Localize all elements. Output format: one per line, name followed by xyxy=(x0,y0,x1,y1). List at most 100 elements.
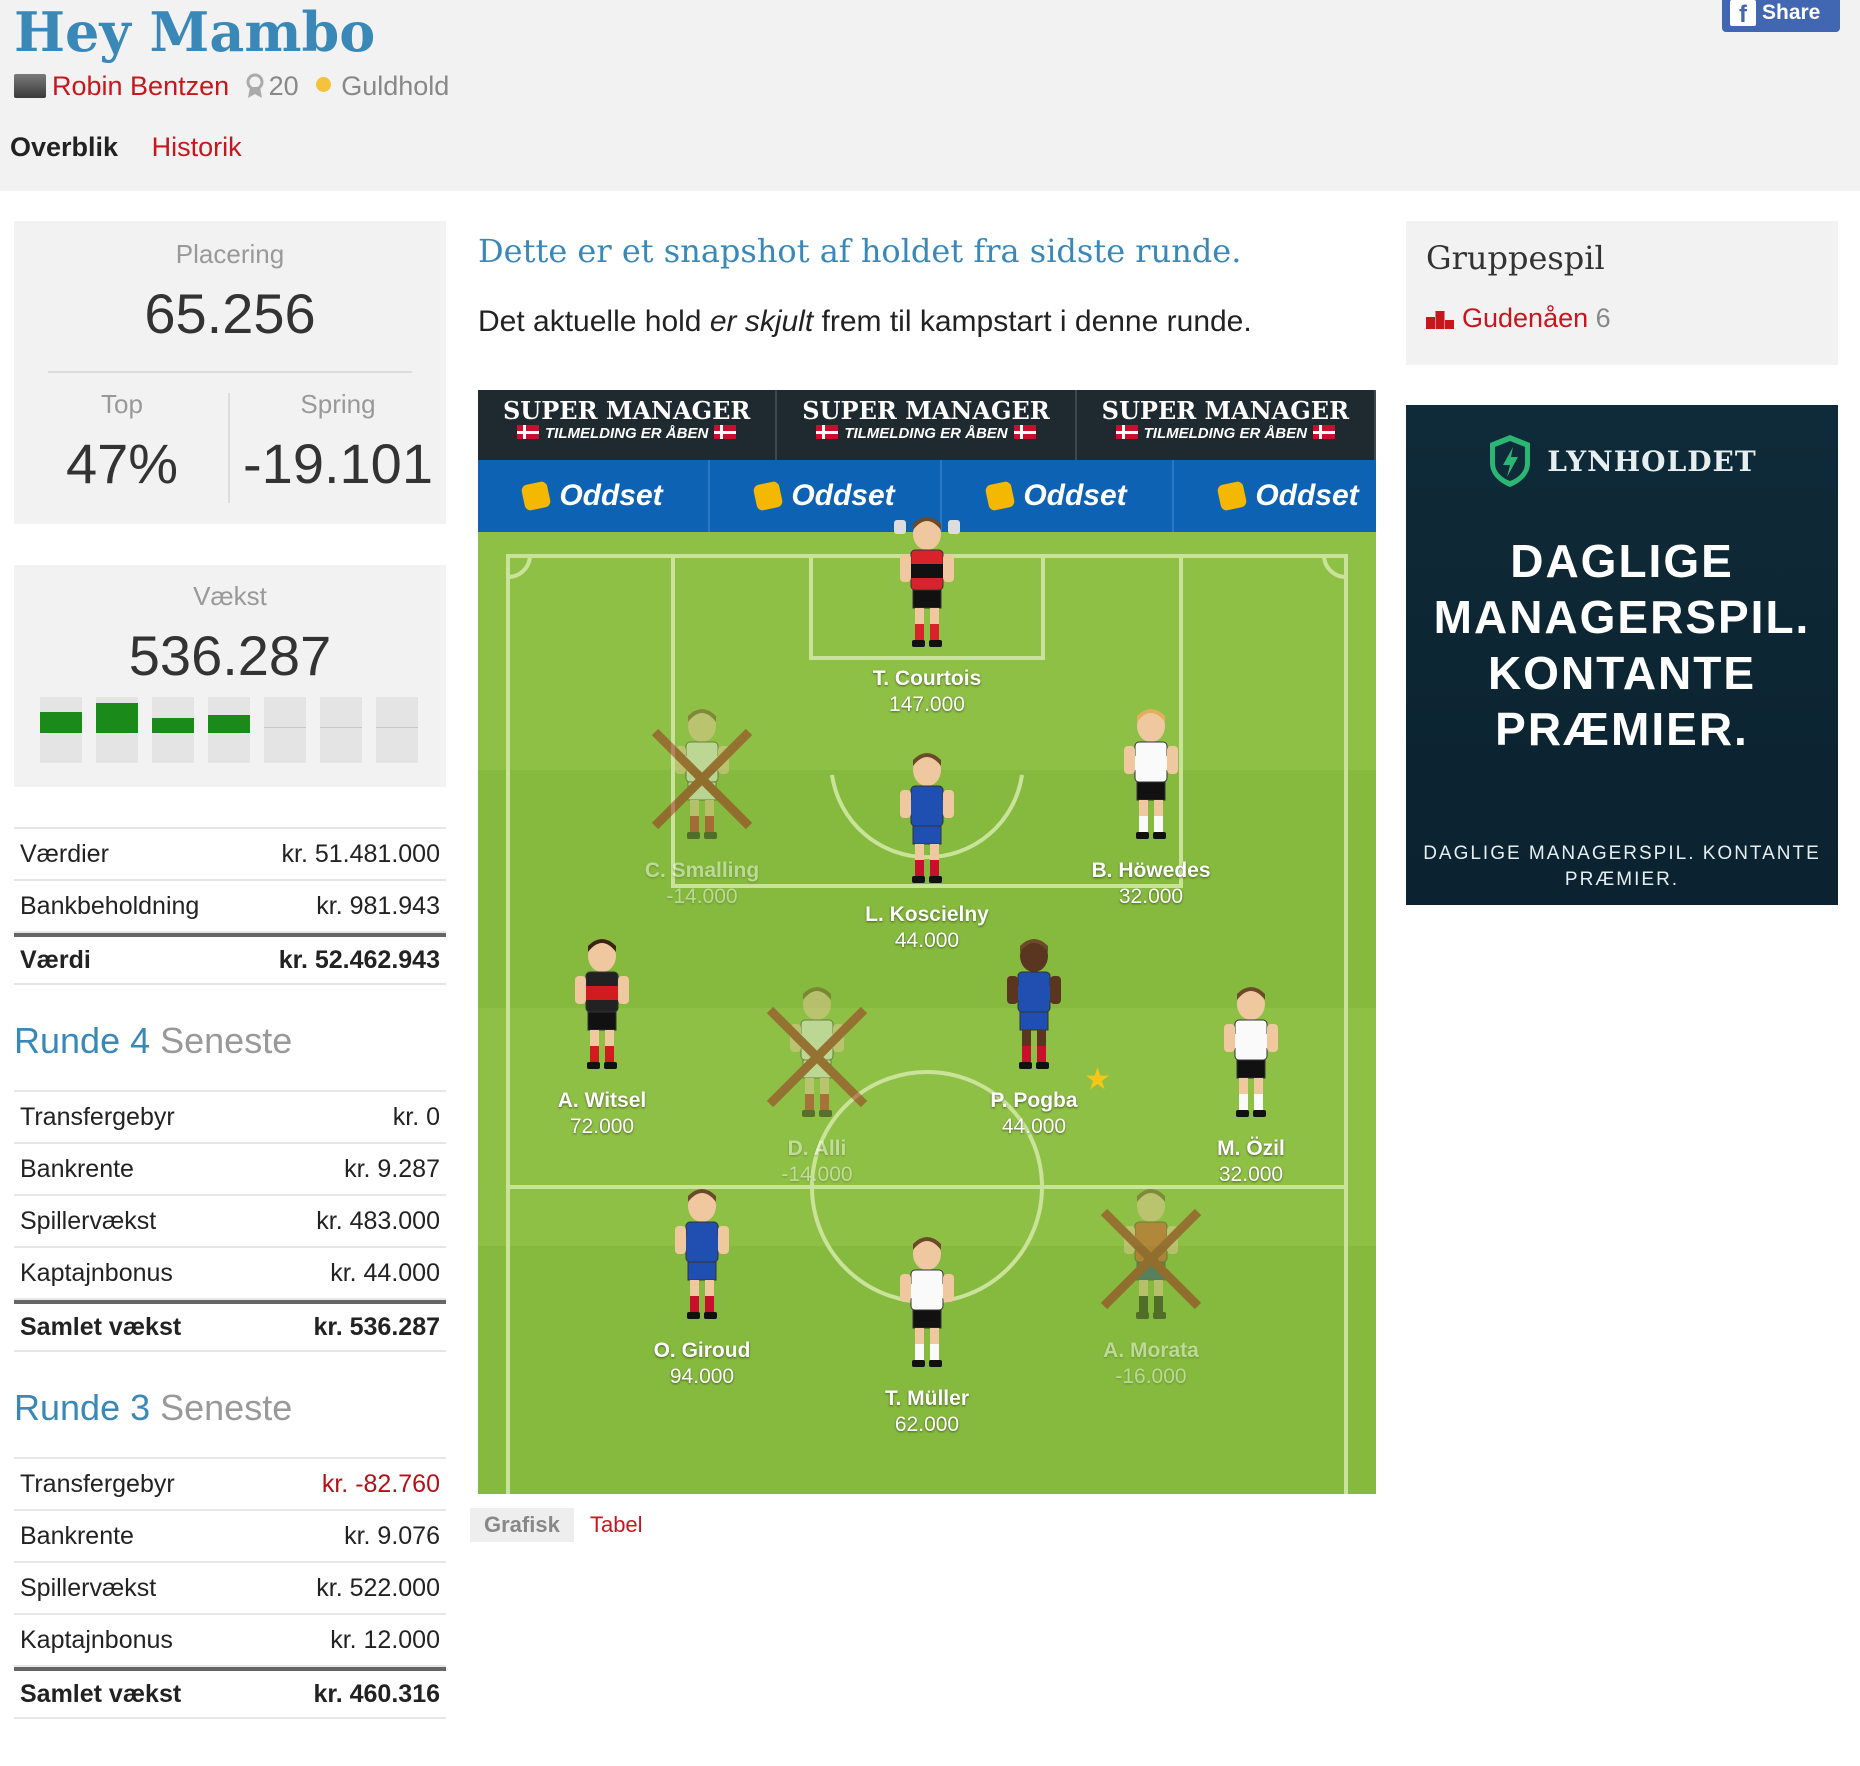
subtitle-emphasis: er skjult xyxy=(709,305,814,338)
banner-cell: SUPER MANAGER TILMELDING ER ÅBEN xyxy=(777,390,1077,460)
player-card[interactable]: T. Courtois 147.000 xyxy=(827,512,1027,718)
view-grafisk-button[interactable]: Grafisk xyxy=(470,1508,574,1542)
player-name: L. Koscielny xyxy=(865,903,989,926)
row-value: kr. 9.076 xyxy=(344,1521,440,1550)
medal-icon xyxy=(246,73,264,98)
row-label: Samlet vækst xyxy=(20,1679,182,1708)
lightning-shield-icon xyxy=(1490,435,1531,487)
row-value: kr. 44.000 xyxy=(330,1258,440,1287)
unavailable-x-icon xyxy=(766,1006,868,1108)
player-points: 94.000 xyxy=(669,1365,735,1388)
player-card[interactable]: A. Morata -16.000 xyxy=(1051,1184,1251,1390)
view-tabel-link[interactable]: Tabel xyxy=(590,1512,643,1537)
banner-title: SUPER MANAGER xyxy=(802,396,1050,425)
round-suffix: Seneste xyxy=(160,1387,293,1428)
player-figure xyxy=(665,1184,739,1334)
row-label: Værdier xyxy=(20,839,109,868)
danish-flag-icon xyxy=(1013,425,1036,439)
row-label: Bankbeholdning xyxy=(20,891,200,920)
row-value: kr. 51.481.000 xyxy=(281,839,440,868)
table-row: Kaptajnbonus kr. 12.000 xyxy=(14,1615,446,1667)
player-card[interactable]: M. Özil 32.000 xyxy=(1151,982,1351,1188)
row-value: kr. 12.000 xyxy=(330,1625,440,1654)
group-item[interactable]: Gudenåen 6 xyxy=(1426,303,1611,334)
facebook-share-button[interactable]: f Share xyxy=(1722,0,1840,32)
oddset-logo-icon xyxy=(752,480,784,512)
table-row: Værdier kr. 51.481.000 xyxy=(14,829,446,881)
owner-link[interactable]: Robin Bentzen xyxy=(52,71,229,101)
player-card[interactable]: A. Witsel 72.000 xyxy=(502,934,702,1140)
vaekst-label: Vækst xyxy=(193,581,267,611)
player-figure xyxy=(997,934,1071,1084)
row-label: Værdi xyxy=(20,945,91,974)
top-label: Top xyxy=(101,389,143,419)
table-total-row: Samlet vækst kr. 536.287 xyxy=(14,1300,446,1352)
row-value: kr. -82.760 xyxy=(321,1469,440,1498)
row-label: Kaptajnbonus xyxy=(20,1258,173,1287)
table-row: Spillervækst kr. 483.000 xyxy=(14,1196,446,1248)
player-card[interactable]: P. Pogba 44.000 ★ xyxy=(934,934,1134,1140)
team-name: Hey Mambo xyxy=(14,0,376,64)
row-label: Transfergebyr xyxy=(20,1469,175,1498)
danish-flag-icon xyxy=(816,425,839,439)
group-link[interactable]: Gudenåen xyxy=(1462,303,1588,333)
player-figure xyxy=(1214,982,1288,1132)
row-label: Bankrente xyxy=(20,1154,134,1183)
tab-historik[interactable]: Historik xyxy=(152,132,242,162)
group-count: 6 xyxy=(1595,303,1611,333)
row-value: kr. 460.316 xyxy=(313,1679,440,1708)
super-manager-banner[interactable]: SUPER MANAGER TILMELDING ER ÅBEN SUPER MA… xyxy=(478,390,1376,460)
row-label: Kaptajnbonus xyxy=(20,1625,173,1654)
oddset-label: Oddset xyxy=(1023,479,1127,512)
subtitle-text: Det aktuelle hold xyxy=(478,305,710,338)
team-meta: Robin Bentzen 20 Guldhold xyxy=(14,68,449,104)
banner-subtitle: TILMELDING ER ÅBEN xyxy=(1143,425,1307,442)
player-name: T. Courtois xyxy=(872,667,982,690)
team-pitch: SUPER MANAGER TILMELDING ER ÅBEN SUPER MA… xyxy=(478,390,1376,1494)
growth-bar xyxy=(208,697,250,763)
banner-cell: SUPER MANAGER TILMELDING ER ÅBEN xyxy=(1077,390,1376,460)
banner-cell: Oddset xyxy=(1174,460,1376,532)
player-points: -16.000 xyxy=(1115,1365,1187,1388)
oddset-label: Oddset xyxy=(791,479,895,512)
captain-star-icon: ★ xyxy=(1084,1063,1111,1096)
lynholdet-ad[interactable]: LYNHOLDET DAGLIGE MANAGERSPIL. KONTANTE … xyxy=(1406,405,1838,905)
player-figure xyxy=(890,748,964,898)
player-card[interactable]: B. Höwedes 32.000 xyxy=(1051,704,1251,910)
player-card[interactable]: D. Alli -14.000 xyxy=(717,982,917,1188)
player-figure xyxy=(890,512,964,662)
growth-bar xyxy=(320,697,362,763)
banner-title: SUPER MANAGER xyxy=(1101,396,1350,425)
value-summary-table: Værdier kr. 51.481.000 Bankbeholdning kr… xyxy=(14,827,446,985)
tab-overblik[interactable]: Overblik xyxy=(10,132,118,162)
table-row: Bankrente kr. 9.076 xyxy=(14,1511,446,1563)
player-points: 32.000 xyxy=(1118,885,1184,908)
table-row: Spillervækst kr. 522.000 xyxy=(14,1563,446,1615)
danish-flag-icon xyxy=(1312,425,1335,439)
row-label: Spillervækst xyxy=(20,1206,157,1235)
player-name: A. Witsel xyxy=(557,1089,647,1112)
row-value: kr. 536.287 xyxy=(313,1312,440,1341)
oddset-logo-icon xyxy=(1216,480,1248,512)
growth-bar xyxy=(376,697,418,763)
banner-title: SUPER MANAGER xyxy=(502,396,751,425)
ranking-card: Placering 65.256 Top 47% Spring -19.101 xyxy=(14,221,446,524)
player-card[interactable]: L. Koscielny 44.000 xyxy=(827,748,1027,954)
row-label: Transfergebyr xyxy=(20,1102,175,1131)
player-card[interactable]: C. Smalling -14.000 xyxy=(602,704,802,910)
player-card[interactable]: O. Giroud 94.000 xyxy=(602,1184,802,1390)
oddset-logo-icon xyxy=(520,480,552,512)
player-points: 147.000 xyxy=(889,693,965,716)
player-figure xyxy=(651,704,753,854)
round-suffix: Seneste xyxy=(160,1020,293,1061)
danish-flag-icon xyxy=(516,425,539,439)
player-points: 44.000 xyxy=(1001,1115,1067,1138)
player-figure xyxy=(890,1232,964,1382)
round-3-title: Runde 3 Seneste xyxy=(14,1387,292,1429)
row-label: Spillervækst xyxy=(20,1573,157,1602)
oddset-label: Oddset xyxy=(559,479,663,512)
player-name: C. Smalling xyxy=(644,859,760,882)
tier-dot-icon xyxy=(316,77,332,92)
player-card[interactable]: T. Müller 62.000 xyxy=(827,1232,1027,1438)
ad-headline: DAGLIGE MANAGERSPIL. KONTANTE PRÆMIER. xyxy=(1433,535,1811,755)
